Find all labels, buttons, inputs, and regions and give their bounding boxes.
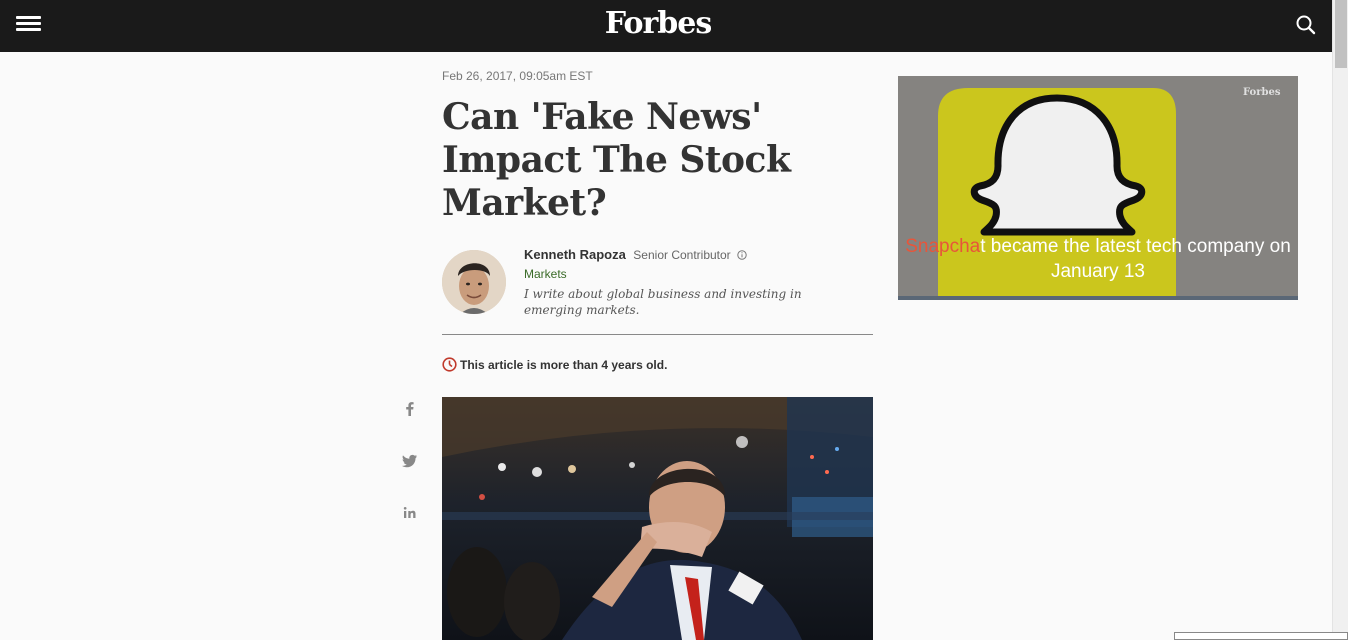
info-icon[interactable] xyxy=(737,247,747,265)
clock-icon xyxy=(442,357,457,372)
corner-tooltip xyxy=(1174,632,1348,640)
hamburger-menu-icon[interactable] xyxy=(16,14,41,34)
article-hero-image xyxy=(442,397,873,640)
divider xyxy=(442,334,873,335)
article-title: Can 'Fake News' Impact The Stock Market? xyxy=(442,96,791,224)
article-date: Feb 26, 2017, 09:05am EST xyxy=(442,69,593,83)
search-icon[interactable] xyxy=(1295,14,1317,36)
author-role: Senior Contributor xyxy=(633,248,731,262)
forbes-logo[interactable]: Forbes xyxy=(560,4,756,44)
author-name[interactable]: Kenneth Rapoza xyxy=(524,247,626,262)
twitter-icon[interactable] xyxy=(400,451,420,471)
linkedin-icon[interactable] xyxy=(400,503,420,523)
author-byline: Kenneth Rapoza Senior Contributor xyxy=(524,246,747,265)
author-section-link[interactable]: Markets xyxy=(524,267,567,281)
author-avatar[interactable] xyxy=(442,250,506,314)
scrollbar-thumb[interactable] xyxy=(1335,0,1347,68)
ad-caption: Snapchat became the latest tech company … xyxy=(898,234,1298,284)
page-scrollbar[interactable] xyxy=(1332,0,1348,640)
ad-watermark: Forbes xyxy=(1243,87,1281,98)
video-ad[interactable]: Forbes Snapchat became the latest tech c… xyxy=(898,76,1298,300)
facebook-icon[interactable] xyxy=(400,399,420,419)
article-age-notice: This article is more than 4 years old. xyxy=(442,357,667,372)
ad-caption-highlight: Snapcha xyxy=(905,236,981,257)
age-notice-text: This article is more than 4 years old. xyxy=(460,358,668,372)
ad-progress-bar xyxy=(898,296,1298,300)
top-navigation-bar: Forbes xyxy=(0,0,1332,52)
ad-caption-text: t became the latest tech company on Janu… xyxy=(980,236,1291,282)
author-bio: I write about global business and invest… xyxy=(524,287,802,317)
